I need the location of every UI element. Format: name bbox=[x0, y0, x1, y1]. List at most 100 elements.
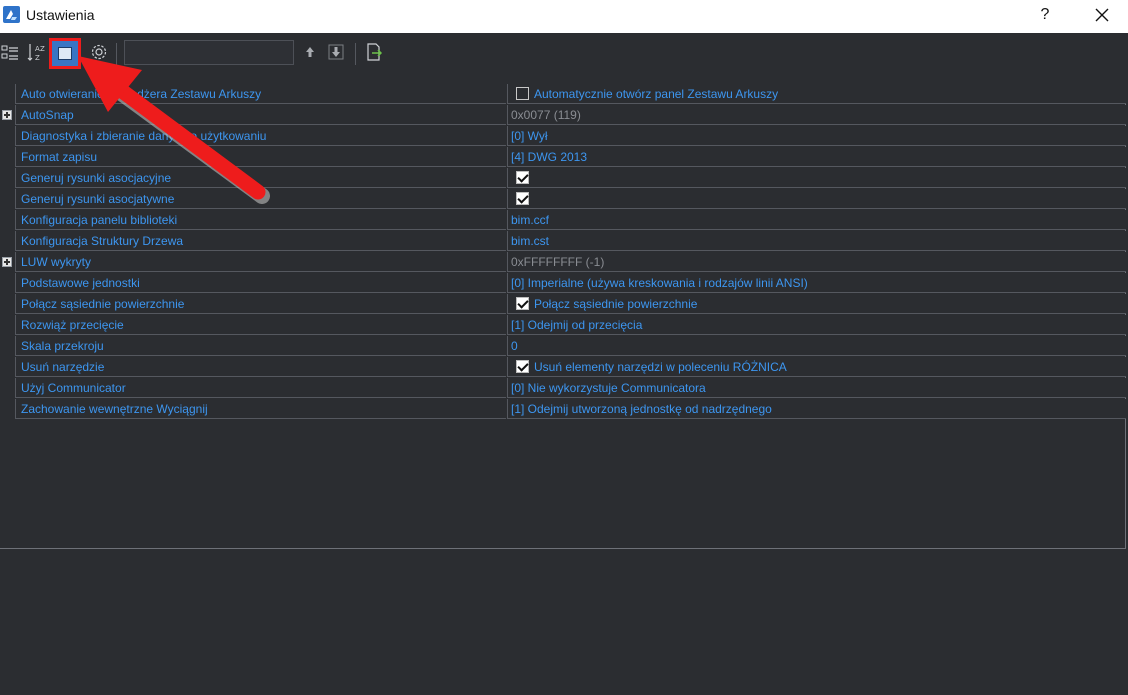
categorized-view-button[interactable] bbox=[1, 41, 21, 63]
export-button[interactable] bbox=[364, 41, 384, 63]
property-value[interactable]: Usuń elementy narzędzi w poleceniu RÓŻNI… bbox=[507, 357, 1126, 377]
property-value-text: 0 bbox=[511, 339, 518, 353]
property-value[interactable]: Połącz sąsiednie powierzchnie bbox=[507, 294, 1126, 314]
property-value[interactable]: 0xFFFFFFFF (-1) bbox=[507, 252, 1126, 272]
property-value[interactable] bbox=[507, 189, 1126, 209]
property-name[interactable]: AutoSnap bbox=[15, 105, 506, 125]
property-value[interactable]: [1] Odejmij od przecięcia bbox=[507, 315, 1126, 335]
next-button[interactable] bbox=[326, 41, 346, 63]
property-value[interactable]: [1] Odejmij utworzoną jednostkę od nadrz… bbox=[507, 399, 1126, 419]
close-button[interactable] bbox=[1090, 3, 1114, 27]
row-gutter bbox=[0, 168, 15, 189]
property-name[interactable]: Format zapisu bbox=[15, 147, 506, 167]
property-name[interactable]: LUW wykryty bbox=[15, 252, 506, 272]
property-value[interactable]: [4] DWG 2013 bbox=[507, 147, 1126, 167]
table-row[interactable]: Auto otwieranie Menedżera Zestawu Arkusz… bbox=[0, 84, 1126, 105]
table-row[interactable]: Usuń narzędzie Usuń elementy narzędzi w p… bbox=[0, 357, 1126, 378]
previous-button[interactable] bbox=[300, 41, 320, 63]
property-value[interactable]: [0] Imperialne (używa kreskowania i rodz… bbox=[507, 273, 1126, 293]
property-value-text: [0] Wył bbox=[511, 129, 548, 143]
expand-plus-icon[interactable] bbox=[2, 257, 12, 267]
toolbar-separator bbox=[355, 43, 356, 65]
table-row[interactable]: Generuj rysunki asocjatywne bbox=[0, 189, 1126, 210]
row-gutter bbox=[0, 399, 15, 420]
row-gutter bbox=[0, 105, 15, 126]
property-value[interactable]: [0] Nie wykorzystuje Communicatora bbox=[507, 378, 1126, 398]
property-value-text: [4] DWG 2013 bbox=[511, 150, 588, 164]
row-gutter bbox=[0, 126, 15, 147]
property-name[interactable]: Rozwiąż przecięcie bbox=[15, 315, 506, 335]
table-row[interactable]: Użyj Communicator [0] Nie wykorzystuje Co… bbox=[0, 378, 1126, 399]
property-value[interactable]: bim.cst bbox=[507, 231, 1126, 251]
property-value-text: Usuń elementy narzędzi w poleceniu RÓŻNI… bbox=[534, 360, 787, 374]
property-grid: Auto otwieranie Menedżera Zestawu Arkusz… bbox=[0, 84, 1126, 549]
alphabetical-sort-button[interactable]: A Z Z bbox=[27, 41, 47, 63]
property-name[interactable]: Zachowanie wewnętrzne Wyciągnij bbox=[15, 399, 506, 419]
arrow-down-icon bbox=[328, 44, 344, 60]
property-name[interactable]: Generuj rysunki asocjacyjne bbox=[15, 168, 506, 188]
property-value-text: [1] Odejmij od przecięcia bbox=[511, 318, 643, 332]
settings-button[interactable] bbox=[89, 41, 109, 63]
table-row[interactable]: Skala przekroju 0 bbox=[0, 336, 1126, 357]
toolbar: A Z Z bbox=[0, 33, 1128, 77]
row-gutter bbox=[0, 357, 15, 378]
property-name[interactable]: Połącz sąsiednie powierzchnie bbox=[15, 294, 506, 314]
checkbox[interactable] bbox=[516, 170, 529, 184]
help-button[interactable]: ? bbox=[1034, 3, 1056, 27]
title-bar: Ustawienia ? bbox=[0, 0, 1128, 33]
property-value[interactable]: bim.ccf bbox=[507, 210, 1126, 230]
property-name[interactable]: Auto otwieranie Menedżera Zestawu Arkusz… bbox=[15, 84, 506, 104]
table-row[interactable]: Konfiguracja panelu biblioteki bim.ccf bbox=[0, 210, 1126, 231]
property-name[interactable]: Generuj rysunki asocjatywne bbox=[15, 189, 506, 209]
categorized-view-icon bbox=[1, 45, 18, 60]
table-row[interactable]: Zachowanie wewnętrzne Wyciągnij [1] Odejm… bbox=[0, 399, 1126, 420]
property-value-text: Automatycznie otwórz panel Zestawu Arkus… bbox=[534, 87, 779, 101]
table-row[interactable]: Konfiguracja Struktury Drzewa bim.cst bbox=[0, 231, 1126, 252]
panel-view-button[interactable] bbox=[49, 38, 81, 69]
row-gutter bbox=[0, 273, 15, 294]
property-name[interactable]: Konfiguracja panelu biblioteki bbox=[15, 210, 506, 230]
property-name[interactable]: Skala przekroju bbox=[15, 336, 506, 356]
row-gutter bbox=[0, 147, 15, 168]
property-name[interactable]: Diagnostyka i zbieranie danych o użytkow… bbox=[15, 126, 506, 146]
property-name[interactable]: Użyj Communicator bbox=[15, 378, 506, 398]
table-row[interactable]: Diagnostyka i zbieranie danych o użytkow… bbox=[0, 126, 1126, 147]
row-gutter bbox=[0, 84, 15, 105]
property-value[interactable] bbox=[507, 168, 1126, 188]
property-value[interactable]: 0x0077 (119) bbox=[507, 105, 1126, 125]
checkbox[interactable] bbox=[516, 296, 529, 310]
property-name[interactable]: Podstawowe jednostki bbox=[15, 273, 506, 293]
checkbox[interactable] bbox=[516, 359, 529, 373]
row-gutter bbox=[0, 294, 15, 315]
row-gutter bbox=[0, 189, 15, 210]
checkbox[interactable] bbox=[516, 86, 529, 100]
checkbox[interactable] bbox=[516, 191, 529, 205]
table-row[interactable]: Rozwiąż przecięcie [1] Odejmij od przecię… bbox=[0, 315, 1126, 336]
arrow-up-icon bbox=[306, 47, 314, 57]
row-gutter bbox=[0, 231, 15, 252]
table-row[interactable]: Format zapisu [4] DWG 2013 bbox=[0, 147, 1126, 168]
expand-plus-icon[interactable] bbox=[2, 110, 12, 120]
svg-text:Z: Z bbox=[40, 45, 45, 53]
table-row[interactable]: Połącz sąsiednie powierzchnie Połącz sąsi… bbox=[0, 294, 1126, 315]
toolbar-separator bbox=[116, 43, 117, 65]
alphabetical-sort-icon: A Z Z bbox=[27, 44, 45, 62]
svg-text:Z: Z bbox=[35, 54, 40, 62]
row-gutter bbox=[0, 210, 15, 231]
property-value-text: bim.ccf bbox=[511, 213, 550, 227]
property-value[interactable]: Automatycznie otwórz panel Zestawu Arkus… bbox=[507, 84, 1126, 104]
close-icon bbox=[1095, 8, 1109, 22]
table-row[interactable]: Podstawowe jednostki [0] Imperialne (używ… bbox=[0, 273, 1126, 294]
property-name[interactable]: Konfiguracja Struktury Drzewa bbox=[15, 231, 506, 251]
table-row[interactable]: AutoSnap 0x0077 (119) bbox=[0, 105, 1126, 126]
property-value[interactable]: [0] Wył bbox=[507, 126, 1126, 146]
row-gutter bbox=[0, 336, 15, 357]
table-row[interactable]: Generuj rysunki asocjacyjne bbox=[0, 168, 1126, 189]
table-row[interactable]: LUW wykryty 0xFFFFFFFF (-1) bbox=[0, 252, 1126, 273]
search-input[interactable] bbox=[124, 40, 294, 65]
window-title: Ustawienia bbox=[26, 7, 95, 23]
row-gutter bbox=[0, 378, 15, 399]
property-name[interactable]: Usuń narzędzie bbox=[15, 357, 506, 377]
property-value-text: bim.cst bbox=[511, 234, 550, 248]
property-value[interactable]: 0 bbox=[507, 336, 1126, 356]
